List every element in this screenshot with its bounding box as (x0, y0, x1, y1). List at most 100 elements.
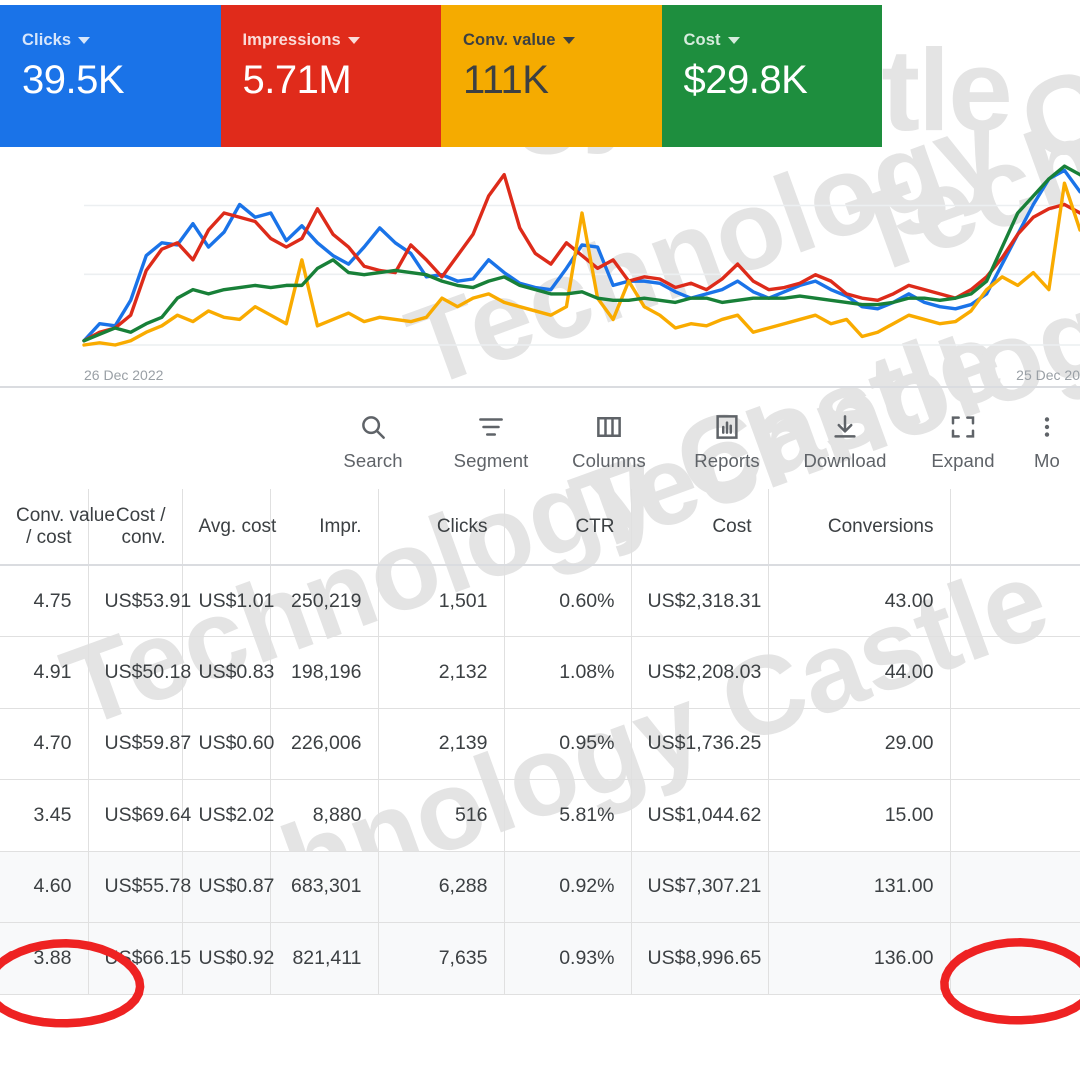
column-header-cost-conv[interactable]: Cost / conv. (88, 489, 182, 565)
table-cell-overflow (950, 780, 1080, 852)
chevron-down-icon[interactable] (78, 37, 90, 44)
table-row[interactable]: 3.88US$66.15US$0.92821,4117,6350.93%US$8… (0, 923, 1080, 995)
toolbar-button-columns[interactable]: Columns (550, 400, 668, 472)
toolbar-button-search[interactable]: Search (314, 400, 432, 472)
table-cell: US$53.91 (88, 565, 182, 637)
table-cell-overflow (950, 851, 1080, 923)
table-cell: 43.00 (768, 565, 950, 637)
scorecard-clicks[interactable]: Clicks 39.5K (0, 5, 221, 147)
table-cell: 44.00 (768, 637, 950, 709)
table-cell: US$0.92 (182, 923, 270, 995)
chevron-down-icon[interactable] (563, 37, 575, 44)
chevron-down-icon[interactable] (348, 37, 360, 44)
toolbar-button-more[interactable]: Mo (1022, 400, 1080, 472)
scorecard-label[interactable]: Clicks (22, 31, 221, 50)
toolbar-label: Columns (572, 450, 646, 472)
table-cell-overflow (950, 565, 1080, 637)
table-cell: 4.60 (0, 851, 88, 923)
table-row[interactable]: 3.45US$69.64US$2.028,8805165.81%US$1,044… (0, 780, 1080, 852)
column-header-conv-value-cost[interactable]: Conv. value / cost (0, 489, 88, 565)
table-row[interactable]: 4.70US$59.87US$0.60226,0062,1390.95%US$1… (0, 708, 1080, 780)
table-cell: US$1.01 (182, 565, 270, 637)
table-header-row: Conv. value / cost Cost / conv. Avg. cos… (0, 489, 1080, 565)
table-cell: 4.75 (0, 565, 88, 637)
table-cell: 2,132 (378, 637, 504, 709)
table-cell: 4.70 (0, 708, 88, 780)
table-cell: US$59.87 (88, 708, 182, 780)
screenshot-root: Technology Castle Technology Castle Tech… (0, 0, 1080, 1080)
table-cell: 15.00 (768, 780, 950, 852)
column-header-clicks[interactable]: Clicks (378, 489, 504, 565)
column-header-avg-cost[interactable]: Avg. cost (182, 489, 270, 565)
table-cell: US$1,736.25 (631, 708, 768, 780)
metrics-table-container[interactable]: Conv. value / cost Cost / conv. Avg. cos… (0, 489, 1080, 995)
chart-axis-start-label: 26 Dec 2022 (84, 367, 163, 383)
section-divider (0, 386, 1080, 388)
toolbar-label: Segment (454, 450, 529, 472)
header-line: Conv. value (16, 505, 72, 527)
table-cell: 4.91 (0, 637, 88, 709)
table-cell: US$50.18 (88, 637, 182, 709)
table-cell: 198,196 (270, 637, 378, 709)
column-header-ctr[interactable]: CTR (504, 489, 631, 565)
header-line: / cost (16, 527, 72, 549)
table-cell: 8,880 (270, 780, 378, 852)
toolbar-button-reports[interactable]: Reports (668, 400, 786, 472)
scorecard-cost[interactable]: Cost $29.8K (662, 5, 883, 147)
table-cell: 1,501 (378, 565, 504, 637)
table-cell-overflow (950, 708, 1080, 780)
table-cell: US$0.83 (182, 637, 270, 709)
table-cell: 3.88 (0, 923, 88, 995)
scorecard-label[interactable]: Conv. value (463, 31, 662, 50)
toolbar-button-segment[interactable]: Segment (432, 400, 550, 472)
columns-icon (594, 410, 624, 444)
scorecard-label[interactable]: Impressions (243, 31, 442, 50)
chart-series-impressions (84, 175, 1080, 341)
scorecard-label-text: Cost (684, 31, 721, 50)
table-cell-overflow (950, 923, 1080, 995)
table-toolbar: Search Segment Columns (0, 400, 1080, 488)
toolbar-button-download[interactable]: Download (786, 400, 904, 472)
table-cell-overflow (950, 637, 1080, 709)
toolbar-button-expand[interactable]: Expand (904, 400, 1022, 472)
scorecard-impressions[interactable]: Impressions 5.71M (221, 5, 442, 147)
table-row[interactable]: 4.91US$50.18US$0.83198,1962,1321.08%US$2… (0, 637, 1080, 709)
scorecard-label[interactable]: Cost (684, 31, 883, 50)
table-row[interactable]: 4.75US$53.91US$1.01250,2191,5010.60%US$2… (0, 565, 1080, 637)
scorecard-label-text: Conv. value (463, 31, 556, 50)
column-header-cost[interactable]: Cost (631, 489, 768, 565)
column-header-impr[interactable]: Impr. (270, 489, 378, 565)
table-cell: 250,219 (270, 565, 378, 637)
download-icon (830, 410, 860, 444)
segment-icon (476, 410, 506, 444)
scorecard-label-text: Impressions (243, 31, 341, 50)
table-cell: US$1,044.62 (631, 780, 768, 852)
performance-line-chart: 26 Dec 2022 25 Dec 20 (0, 147, 1080, 387)
table-cell: US$2,318.31 (631, 565, 768, 637)
scorecard-conv-value[interactable]: Conv. value 111K (441, 5, 662, 147)
table-cell: 226,006 (270, 708, 378, 780)
table-cell: 683,301 (270, 851, 378, 923)
table-cell: US$2,208.03 (631, 637, 768, 709)
metrics-table: Conv. value / cost Cost / conv. Avg. cos… (0, 489, 1080, 995)
table-row[interactable]: 4.60US$55.78US$0.87683,3016,2880.92%US$7… (0, 851, 1080, 923)
table-cell: 0.92% (504, 851, 631, 923)
metric-scorecards: Clicks 39.5K Impressions 5.71M Conv. val… (0, 5, 882, 147)
more-vertical-icon (1034, 410, 1080, 444)
table-header: Conv. value / cost Cost / conv. Avg. cos… (0, 489, 1080, 565)
table-cell: US$55.78 (88, 851, 182, 923)
expand-icon (948, 410, 978, 444)
chevron-down-icon[interactable] (728, 37, 740, 44)
column-header-conversions[interactable]: Conversions (768, 489, 950, 565)
toolbar-label: Download (803, 450, 886, 472)
column-header-overflow (950, 489, 1080, 565)
toolbar-label: Reports (694, 450, 759, 472)
table-cell: 2,139 (378, 708, 504, 780)
scorecard-value: 5.71M (243, 58, 442, 103)
toolbar-label: Mo (1034, 450, 1060, 472)
chart-canvas (0, 147, 1080, 387)
chart-axis-end-label: 25 Dec 20 (1016, 367, 1080, 383)
header-line: conv. (105, 527, 166, 549)
table-body: 4.75US$53.91US$1.01250,2191,5010.60%US$2… (0, 565, 1080, 994)
table-cell: 516 (378, 780, 504, 852)
